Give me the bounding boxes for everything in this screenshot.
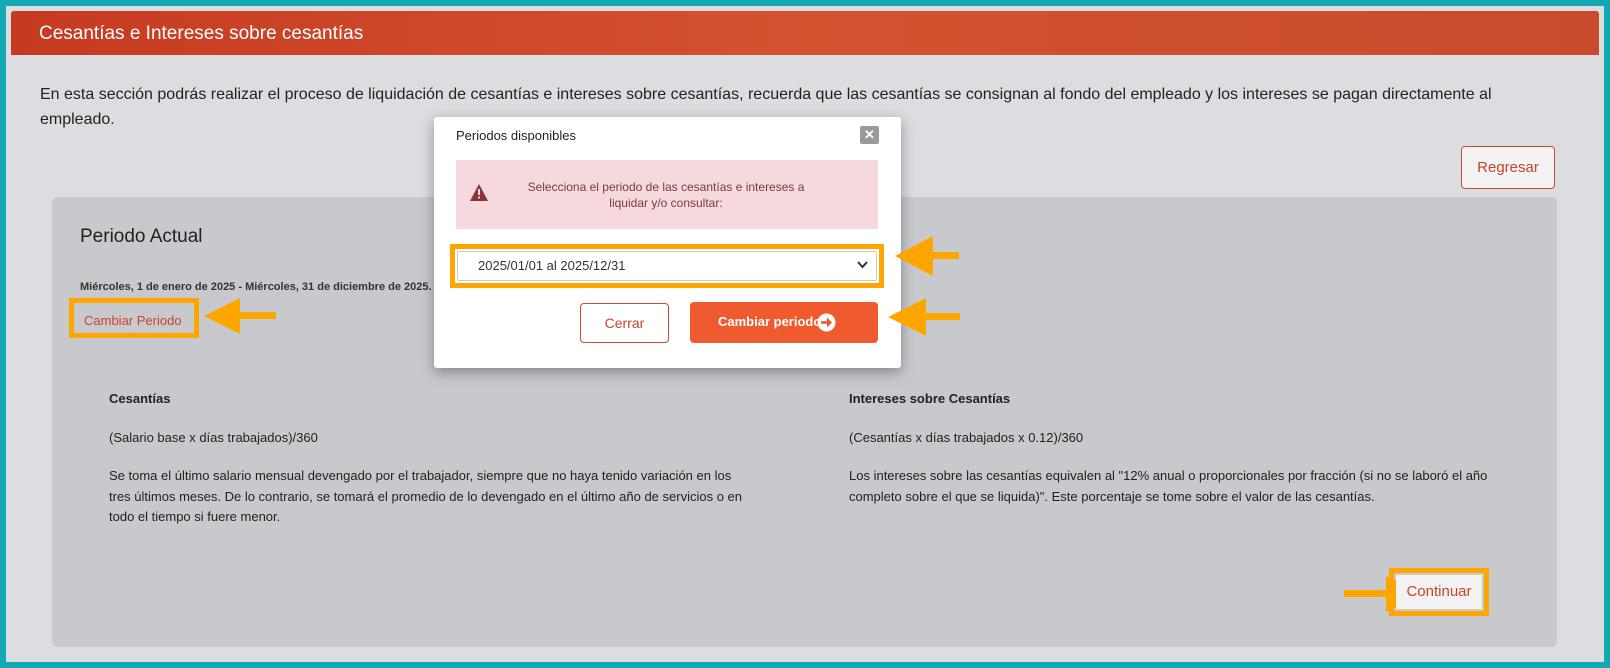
cambiar-periodo-button[interactable]: Cambiar periodo xyxy=(690,302,878,343)
periodo-select[interactable]: 2025/01/01 al 2025/12/31 xyxy=(457,251,877,281)
periodo-dates: Miércoles, 1 de enero de 2025 - Miércole… xyxy=(80,281,432,293)
arrow-left-icon xyxy=(895,236,959,276)
chevron-down-icon xyxy=(857,261,868,269)
arrow-right-circle-icon xyxy=(817,313,836,332)
page-frame: Cesantías e Intereses sobre cesantías En… xyxy=(6,6,1604,662)
intereses-formula: (Cesantías x días trabajados x 0.12)/360 xyxy=(849,430,1084,445)
page-title: Cesantías e Intereses sobre cesantías xyxy=(39,23,364,44)
continuar-highlight: Continuar xyxy=(1389,568,1489,616)
intereses-heading: Intereses sobre Cesantías xyxy=(849,391,1011,406)
arrow-left-icon xyxy=(204,298,276,334)
cambiar-periodo-label: Cambiar periodo xyxy=(718,314,822,329)
continuar-button[interactable]: Continuar xyxy=(1396,575,1482,609)
cesantias-description: Se toma el último salario mensual deveng… xyxy=(109,468,742,524)
alert-text: Selecciona el periodo de las cesantías e… xyxy=(527,180,805,210)
alert-box: Selecciona el periodo de las cesantías e… xyxy=(456,160,878,229)
regresar-button[interactable]: Regresar xyxy=(1461,146,1555,189)
cambiar-periodo-highlight: Cambiar Periodo xyxy=(69,298,199,338)
cesantias-formula: (Salario base x días trabajados)/360 xyxy=(109,430,318,445)
cerrar-button[interactable]: Cerrar xyxy=(580,303,669,343)
warning-icon xyxy=(470,184,488,201)
periodos-modal: Periodos disponibles ✕ Selecciona el per… xyxy=(434,117,901,368)
intereses-description: Los intereses sobre las cesantías equiva… xyxy=(849,468,1488,504)
periodo-title: Periodo Actual xyxy=(80,226,203,247)
modal-title: Periodos disponibles xyxy=(456,128,576,143)
cesantias-heading: Cesantías xyxy=(109,391,171,406)
periodo-select-value: 2025/01/01 al 2025/12/31 xyxy=(478,258,626,273)
cambiar-periodo-link[interactable]: Cambiar Periodo xyxy=(84,313,182,328)
periodo-select-highlight: 2025/01/01 al 2025/12/31 xyxy=(450,244,884,288)
page-header: Cesantías e Intereses sobre cesantías xyxy=(11,11,1599,55)
arrow-left-icon xyxy=(888,298,960,336)
close-icon[interactable]: ✕ xyxy=(860,126,879,144)
